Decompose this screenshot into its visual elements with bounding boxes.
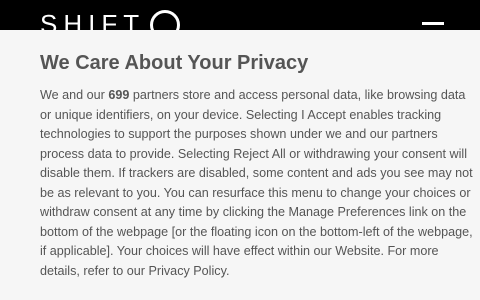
site-header: SHIFT <box>0 0 480 40</box>
partner-count: 699 <box>108 88 130 102</box>
privacy-consent-panel: We Care About Your Privacy We and our 69… <box>0 30 480 300</box>
consent-body: We and our 699 partners store and access… <box>40 86 478 281</box>
consent-title: We Care About Your Privacy <box>40 52 309 74</box>
hamburger-menu-icon[interactable] <box>422 22 444 25</box>
page: SHIFT We Care About Your Privacy We and … <box>0 0 480 300</box>
consent-body-lead: We and our <box>40 88 109 102</box>
consent-body-rest: partners store and access personal data,… <box>40 88 473 278</box>
